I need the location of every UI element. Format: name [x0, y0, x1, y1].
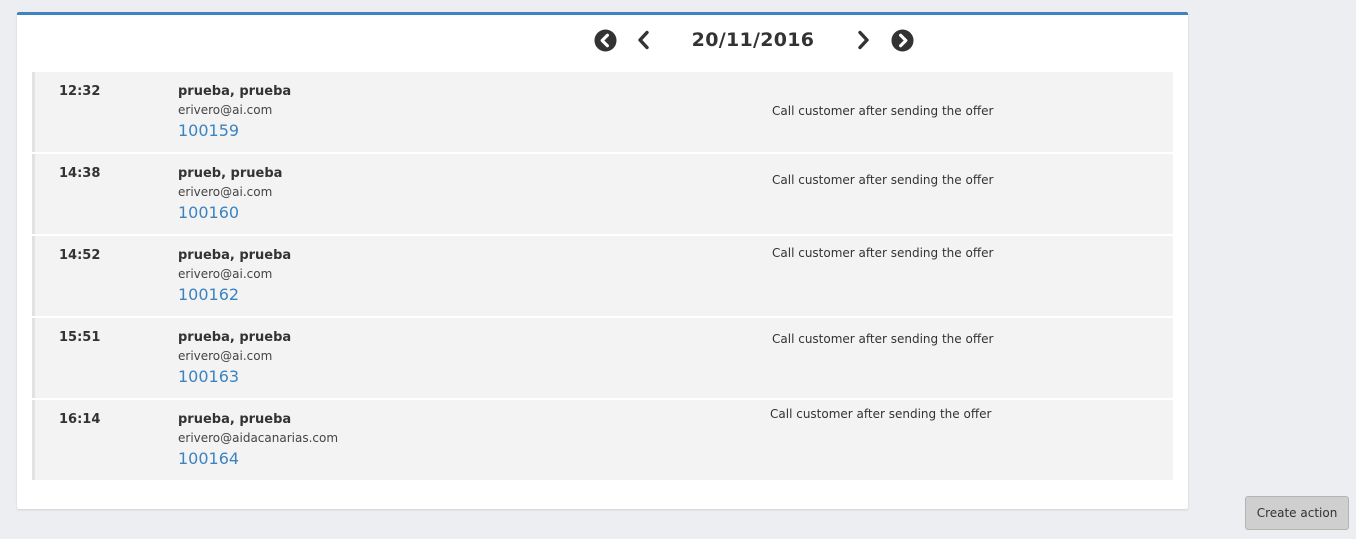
- date-navigator: 20/11/2016: [17, 25, 1188, 57]
- chevron-left-icon: [635, 30, 653, 50]
- customer-name: prueba, prueba: [178, 248, 292, 263]
- action-time: 14:38: [59, 166, 101, 181]
- actions-list: 12:32 prueba, prueba erivero@ai.com 1001…: [32, 72, 1173, 482]
- action-item: 15:51 prueba, prueba erivero@ai.com 1001…: [32, 318, 1173, 398]
- first-date-button[interactable]: [592, 27, 618, 53]
- action-note: Call customer after sending the offer: [772, 173, 994, 187]
- chevron-circle-left-icon: [593, 28, 617, 52]
- reference-link[interactable]: 100163: [178, 367, 239, 386]
- action-item: 14:52 prueba, prueba erivero@ai.com 1001…: [32, 236, 1173, 316]
- action-note: Call customer after sending the offer: [770, 407, 992, 421]
- customer-name: prueb, prueba: [178, 166, 283, 181]
- action-time: 12:32: [59, 84, 101, 99]
- customer-email: erivero@ai.com: [178, 349, 273, 363]
- action-note: Call customer after sending the offer: [772, 332, 994, 346]
- action-time: 15:51: [59, 330, 101, 345]
- next-date-button[interactable]: [850, 27, 876, 53]
- reference-link[interactable]: 100162: [178, 285, 239, 304]
- reference-link[interactable]: 100159: [178, 121, 239, 140]
- customer-name: prueba, prueba: [178, 412, 292, 427]
- action-item: 14:38 prueb, prueba erivero@ai.com 10016…: [32, 154, 1173, 234]
- action-time: 14:52: [59, 248, 101, 263]
- last-date-button[interactable]: [889, 27, 915, 53]
- customer-email: erivero@ai.com: [178, 103, 273, 117]
- create-action-button[interactable]: Create action: [1245, 496, 1349, 530]
- action-item: 16:14 prueba, prueba erivero@aidacanaria…: [32, 400, 1173, 480]
- chevron-right-icon: [854, 30, 872, 50]
- reference-link[interactable]: 100164: [178, 449, 239, 468]
- reference-link[interactable]: 100160: [178, 203, 239, 222]
- action-note: Call customer after sending the offer: [772, 246, 994, 260]
- action-item: 12:32 prueba, prueba erivero@ai.com 1001…: [32, 72, 1173, 152]
- customer-name: prueba, prueba: [178, 84, 292, 99]
- chevron-circle-right-icon: [890, 28, 914, 52]
- current-date: 20/11/2016: [691, 29, 815, 51]
- customer-email: erivero@ai.com: [178, 267, 273, 281]
- action-note: Call customer after sending the offer: [772, 104, 994, 118]
- customer-email: erivero@aidacanarias.com: [178, 431, 339, 445]
- previous-date-button[interactable]: [631, 27, 657, 53]
- action-time: 16:14: [59, 412, 101, 427]
- customer-name: prueba, prueba: [178, 330, 292, 345]
- customer-email: erivero@ai.com: [178, 185, 273, 199]
- actions-panel: 20/11/2016 12:32 prueba, prueba erivero@…: [17, 12, 1188, 509]
